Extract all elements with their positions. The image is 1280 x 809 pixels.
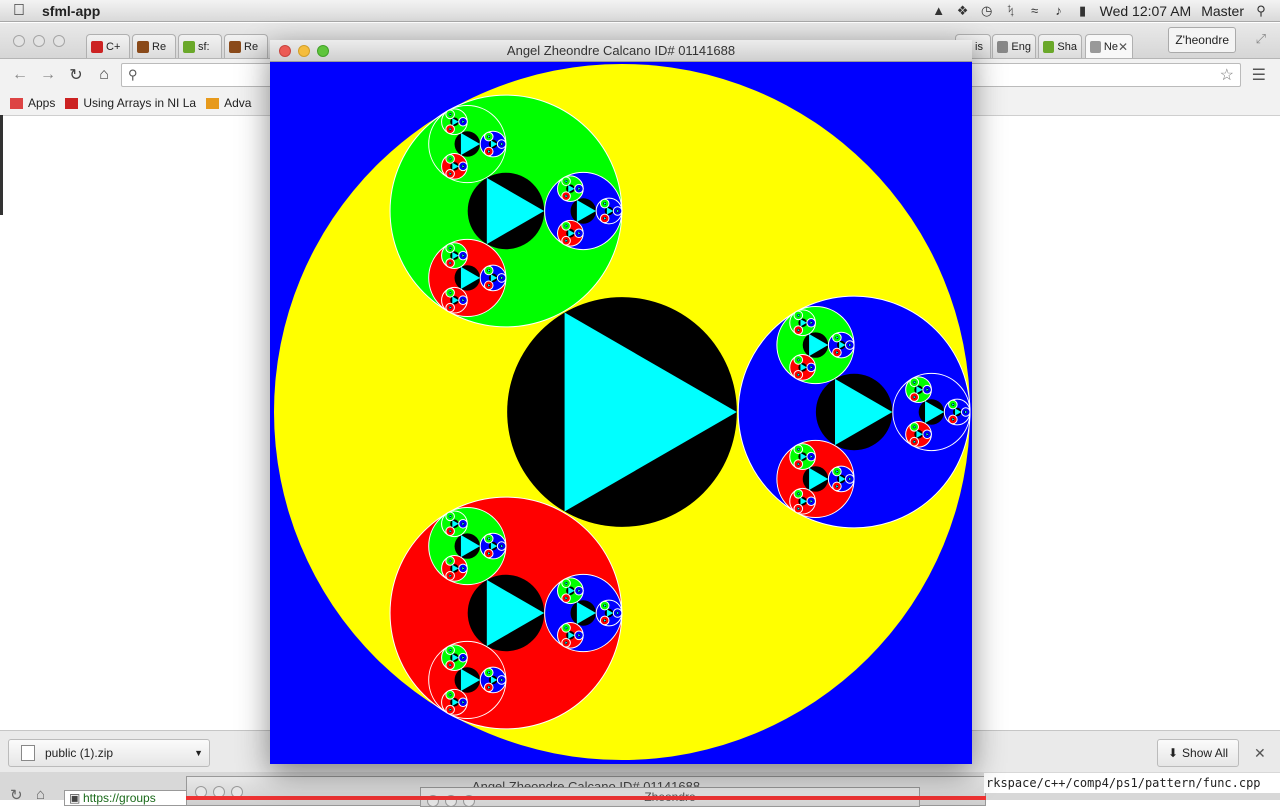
bookmark-label: Apps xyxy=(28,96,56,110)
bookmark-item[interactable]: Adva xyxy=(206,96,251,110)
tab-2[interactable]: sf: xyxy=(178,34,222,58)
tab-label: Sha xyxy=(1057,40,1077,53)
show-all-button[interactable]: ⬇ Show All xyxy=(1157,739,1239,767)
terminal-path-text: rkspace/c++/comp4/ps1/pattern/func.cpp xyxy=(984,773,1280,793)
tab-7[interactable]: Ne ✕ xyxy=(1085,34,1133,58)
tab-0[interactable]: C+ xyxy=(86,34,130,58)
tab-label: Re xyxy=(152,40,167,53)
reload-icon[interactable]: ↻ xyxy=(62,65,90,85)
app-name[interactable]: sfml-app xyxy=(42,3,100,19)
background-address-bar[interactable]: ▣ https://groups xyxy=(64,790,204,806)
tab-favicon-icon xyxy=(1043,40,1055,53)
home-icon[interactable]: ⌂ xyxy=(36,786,45,803)
bookmark-star-icon[interactable]: ☆ xyxy=(1220,65,1234,85)
tab-label: C+ xyxy=(106,40,121,53)
bookmark-icon xyxy=(206,97,220,109)
tab-label: Eng xyxy=(1011,40,1031,53)
tab-favicon-icon xyxy=(183,40,195,53)
user-name[interactable]: Master xyxy=(1201,3,1244,19)
dropbox-icon[interactable]: ❖ xyxy=(956,3,970,19)
download-filename: public (1).zip xyxy=(45,746,114,760)
tab-6[interactable]: Sha xyxy=(1038,34,1082,58)
chevron-down-icon[interactable]: ▼ xyxy=(194,748,203,758)
tab-favicon-icon xyxy=(1090,40,1101,53)
window-edge xyxy=(0,115,3,215)
fractal-canvas[interactable] xyxy=(272,62,972,762)
profile-button[interactable]: Z'heondre xyxy=(1168,27,1236,53)
time-machine-icon[interactable]: ◷ xyxy=(980,3,994,19)
spotlight-icon[interactable]: ⚲ xyxy=(1254,3,1268,19)
clock[interactable]: Wed 12:07 AM xyxy=(1100,3,1192,19)
tab-3[interactable]: Re xyxy=(224,34,268,58)
battery-icon[interactable]: ▮ xyxy=(1076,3,1090,19)
close-icon[interactable]: ✕ xyxy=(1254,745,1266,762)
bluetooth-icon[interactable]: ᛪ xyxy=(1004,3,1018,18)
sfml-window-title: Angel Zheondre Calcano ID# 01141688 xyxy=(506,43,736,58)
red-bar xyxy=(186,796,986,800)
tab-favicon-icon xyxy=(137,40,149,53)
zoom-window-button[interactable] xyxy=(317,45,329,57)
forward-icon[interactable]: → xyxy=(34,66,62,84)
reload-icon[interactable]: ↻ xyxy=(10,786,23,804)
home-icon[interactable]: ⌂ xyxy=(90,66,118,84)
bookmark-label: Adva xyxy=(224,96,252,110)
tab-5[interactable]: Eng xyxy=(992,34,1036,58)
tab-favicon-icon xyxy=(229,40,241,53)
download-item[interactable]: public (1).zip ▼ xyxy=(8,739,210,767)
background-url: https://groups xyxy=(83,791,156,805)
tab-label: Ne xyxy=(1103,40,1118,53)
notification-icon[interactable]: ▲ xyxy=(932,3,946,18)
close-window-button[interactable] xyxy=(13,35,25,47)
file-icon xyxy=(21,745,35,761)
fractal-pattern xyxy=(274,64,971,760)
minimize-window-button[interactable] xyxy=(33,35,45,47)
minimize-window-button[interactable] xyxy=(298,45,310,57)
bookmark-label: Using Arrays in NI La xyxy=(83,96,197,110)
search-icon: ⚲ xyxy=(128,67,138,82)
sfml-window[interactable]: Angel Zheondre Calcano ID# 01141688 xyxy=(270,40,972,764)
fullscreen-icon[interactable]: ⤢ xyxy=(1256,31,1266,47)
apps-grid-icon xyxy=(10,97,23,109)
chrome-menu-icon[interactable]: ☰ xyxy=(1252,65,1266,85)
tab-label: is xyxy=(975,40,983,53)
tab-favicon-icon xyxy=(91,40,103,53)
tab-close-icon[interactable]: ✕ xyxy=(1118,40,1128,54)
bookmark-item[interactable]: Using Arrays in NI La xyxy=(65,96,196,110)
download-arrow-icon: ⬇ xyxy=(1167,746,1179,760)
tab-label: Re xyxy=(244,40,259,53)
show-all-label: Show All xyxy=(1182,746,1229,760)
apple-icon[interactable]:  xyxy=(0,2,38,20)
tab-1[interactable]: Re xyxy=(132,34,176,58)
zoom-window-button[interactable] xyxy=(53,35,65,47)
bookmark-item[interactable]: Apps xyxy=(10,96,55,110)
volume-icon[interactable]: ♪ xyxy=(1052,3,1066,18)
lock-icon: ▣ xyxy=(69,791,81,805)
tab-label: sf: xyxy=(198,40,210,53)
youtube-icon xyxy=(65,97,79,109)
back-icon[interactable]: ← xyxy=(6,66,34,84)
menu-bar:  sfml-app ▲ ❖ ◷ ᛪ ≈ ♪ ▮ Wed 12:07 AM Ma… xyxy=(0,0,1280,22)
tab-favicon-icon xyxy=(997,40,1009,53)
sfml-title-bar[interactable]: Angel Zheondre Calcano ID# 01141688 xyxy=(270,40,972,62)
wifi-icon[interactable]: ≈ xyxy=(1028,3,1042,18)
close-window-button[interactable] xyxy=(279,45,291,57)
